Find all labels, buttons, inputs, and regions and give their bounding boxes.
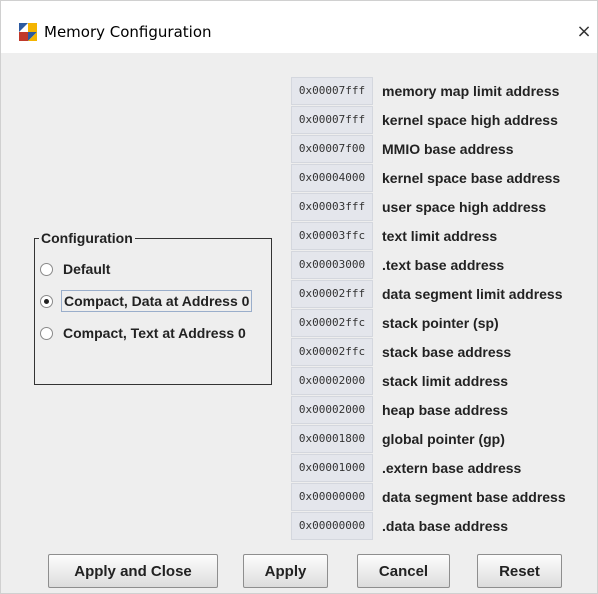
address-label: .extern base address (382, 460, 522, 476)
address-label: stack pointer (sp) (382, 315, 499, 331)
radio-label-compact-data: Compact, Data at Address 0 (61, 290, 253, 312)
address-field: 0x00002000 (291, 396, 373, 424)
address-field: 0x00000000 (291, 483, 373, 511)
address-label: memory map limit address (382, 83, 560, 99)
app-logo-icon (19, 23, 37, 41)
address-field: 0x00007fff (291, 106, 373, 134)
radio-option-compact-data[interactable]: Compact, Data at Address 0 (40, 290, 253, 312)
radio-button-compact-text[interactable] (40, 326, 53, 340)
radio-option-compact-text[interactable]: Compact, Text at Address 0 (40, 322, 248, 344)
radio-button-compact-data[interactable] (40, 294, 53, 308)
memory-row: 0x00001000 .extern base address (291, 454, 591, 483)
address-field: 0x00002000 (291, 367, 373, 395)
address-label: text limit address (382, 228, 498, 244)
memory-row: 0x00007fff memory map limit address (291, 77, 591, 106)
address-label: stack limit address (382, 373, 509, 389)
address-field: 0x00004000 (291, 164, 373, 192)
memory-row: 0x00002000 stack limit address (291, 367, 591, 396)
address-field: 0x00002fff (291, 280, 373, 308)
address-field: 0x00007fff (291, 77, 373, 105)
address-field: 0x00007f00 (291, 135, 373, 163)
address-label: kernel space base address (382, 170, 561, 186)
address-label: .text base address (382, 257, 505, 273)
address-label: kernel space high address (382, 112, 558, 128)
memory-row: 0x00003fff user space high address (291, 193, 591, 222)
memory-row: 0x00000000 data segment base address (291, 483, 591, 512)
address-field: 0x00003fff (291, 193, 373, 221)
address-label: MMIO base address (382, 141, 514, 157)
memory-row: 0x00002000 heap base address (291, 396, 591, 425)
title-bar[interactable]: Memory Configuration × (1, 1, 597, 53)
radio-label-default: Default (63, 261, 111, 277)
memory-row: 0x00002fff data segment limit address (291, 280, 591, 309)
apply-button[interactable]: Apply (243, 554, 328, 588)
address-field: 0x00003000 (291, 251, 373, 279)
memory-row: 0x00002ffc stack base address (291, 338, 591, 367)
memory-row: 0x00007fff kernel space high address (291, 106, 591, 135)
memory-configuration-dialog: Memory Configuration × Configuration Def… (0, 0, 598, 594)
memory-row: 0x00004000 kernel space base address (291, 164, 591, 193)
memory-row: 0x00003000 .text base address (291, 251, 591, 280)
address-label: .data base address (382, 518, 509, 534)
close-button[interactable]: × (575, 21, 593, 43)
address-label: data segment limit address (382, 286, 563, 302)
address-field: 0x00003ffc (291, 222, 373, 250)
memory-row: 0x00001800 global pointer (gp) (291, 425, 591, 454)
cancel-button[interactable]: Cancel (357, 554, 450, 588)
apply-and-close-button[interactable]: Apply and Close (48, 554, 218, 588)
radio-label-compact-text: Compact, Text at Address 0 (63, 325, 246, 341)
address-label: global pointer (gp) (382, 431, 505, 447)
address-label: data segment base address (382, 489, 566, 505)
memory-row: 0x00003ffc text limit address (291, 222, 591, 251)
address-field: 0x00002ffc (291, 309, 373, 337)
memory-row: 0x00000000 .data base address (291, 512, 591, 541)
address-field: 0x00002ffc (291, 338, 373, 366)
reset-button[interactable]: Reset (477, 554, 562, 588)
address-field: 0x00001800 (291, 425, 373, 453)
address-label: stack base address (382, 344, 512, 360)
memory-row: 0x00007f00 MMIO base address (291, 135, 591, 164)
window-title: Memory Configuration (44, 23, 212, 41)
configuration-legend: Configuration (39, 230, 135, 246)
address-field: 0x00001000 (291, 454, 373, 482)
radio-button-default[interactable] (40, 262, 53, 276)
address-label: user space high address (382, 199, 547, 215)
memory-row: 0x00002ffc stack pointer (sp) (291, 309, 591, 338)
close-icon: × (576, 21, 592, 42)
address-label: heap base address (382, 402, 509, 418)
address-field: 0x00000000 (291, 512, 373, 540)
radio-option-default[interactable]: Default (40, 258, 112, 280)
